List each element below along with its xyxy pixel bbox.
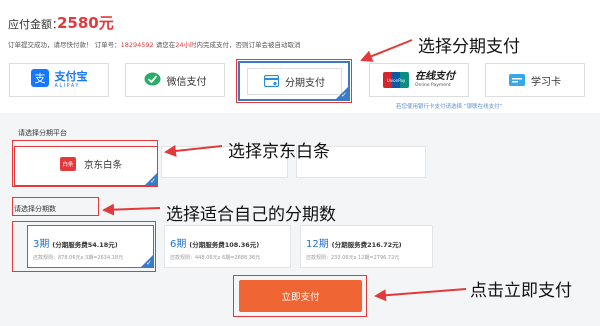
annotation-choose-baitiao: 选择京东白条 <box>228 142 330 162</box>
annotation-choose-count: 选择适合自己的分期数 <box>166 205 336 225</box>
arrow-installment <box>360 39 413 62</box>
annotation-click-pay: 点击立即支付 <box>470 281 572 301</box>
arrow-submit <box>374 288 467 302</box>
arrow-count <box>102 203 161 216</box>
annotation-choose-installment: 选择分期支付 <box>418 37 520 57</box>
arrow-baitiao <box>164 144 223 157</box>
